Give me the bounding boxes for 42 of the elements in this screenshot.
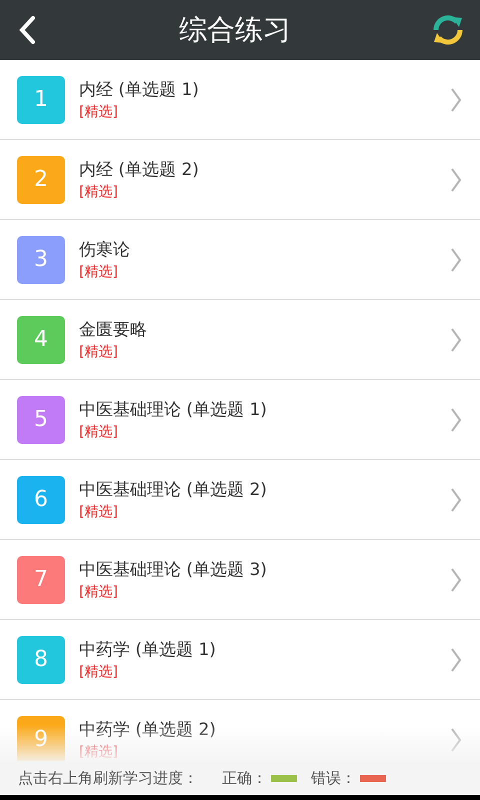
featured-tag: [精选] <box>79 262 450 282</box>
exercise-title: 金匮要略 <box>79 318 148 342</box>
number-badge: 8 <box>17 636 65 684</box>
chevron-icon <box>450 646 462 672</box>
legend-label: 错误： <box>311 768 356 789</box>
number-badge: 9 <box>17 716 65 761</box>
chevron-icon <box>450 246 462 272</box>
exercise-title: 中医基础理论 (单选题 2) <box>79 478 268 502</box>
exercise-title: 中医基础理论 (单选题 3) <box>79 558 268 582</box>
featured-tag: [精选] <box>79 422 450 442</box>
featured-tag: [精选] <box>79 502 450 522</box>
chevron-icon <box>450 726 462 752</box>
exercise-title: 内经 (单选题 1) <box>79 78 200 102</box>
exercise-title: 中药学 (单选题 1) <box>79 638 217 662</box>
chevron-icon <box>450 326 462 352</box>
refresh-hint: 点击右上角刷新学习进度： <box>18 768 198 789</box>
number-badge: 4 <box>17 316 65 364</box>
featured-tag: [精选] <box>79 182 450 202</box>
number-badge: 6 <box>17 476 65 524</box>
number-badge: 1 <box>17 76 65 124</box>
exercise-title: 中医基础理论 (单选题 1) <box>79 398 268 422</box>
number-badge: 3 <box>17 236 65 284</box>
number-badge: 5 <box>17 396 65 444</box>
exercise-title: 中药学 (单选题 2) <box>79 718 217 742</box>
chevron-icon <box>450 406 462 432</box>
featured-tag: [精选] <box>79 742 450 761</box>
chevron-icon <box>450 86 462 112</box>
back-icon <box>17 15 37 45</box>
featured-tag: [精选] <box>79 662 450 682</box>
chevron-icon <box>450 566 462 592</box>
number-badge: 2 <box>17 156 65 204</box>
page-title: 综合练习 <box>179 12 291 48</box>
featured-tag: [精选] <box>79 102 450 122</box>
chevron-icon <box>450 486 462 512</box>
featured-tag: [精选] <box>79 342 450 362</box>
exercise-title: 伤寒论 <box>79 238 131 262</box>
featured-tag: [精选] <box>79 582 450 602</box>
legend-label: 正确： <box>222 768 267 789</box>
exercise-title: 内经 (单选题 2) <box>79 158 200 182</box>
refresh-icon <box>432 14 464 46</box>
chevron-icon <box>450 166 462 192</box>
number-badge: 7 <box>17 556 65 604</box>
